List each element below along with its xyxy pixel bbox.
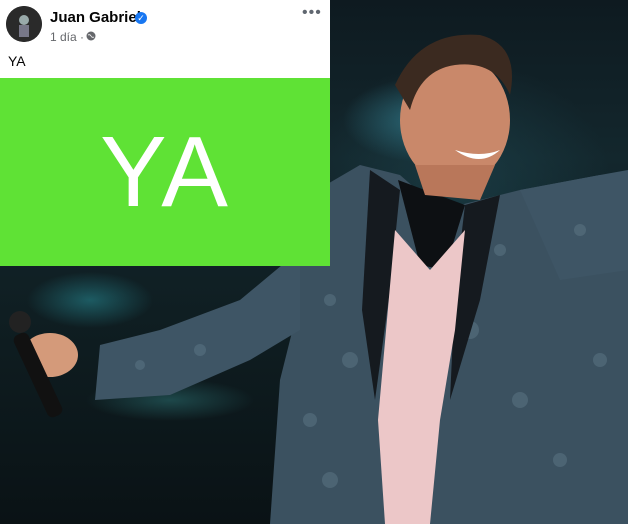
post-header: Juan Gabriel ✓ 1 día · ••• YA: [0, 0, 330, 78]
post-timestamp[interactable]: 1 día ·: [50, 30, 84, 44]
post-image-text: YA: [100, 115, 230, 228]
more-options-button[interactable]: •••: [302, 4, 322, 22]
post-text: YA: [8, 53, 26, 69]
post-image-panel[interactable]: YA: [0, 78, 330, 266]
author-avatar[interactable]: [6, 6, 42, 42]
author-name[interactable]: Juan Gabriel: [50, 9, 141, 26]
post-card: Juan Gabriel ✓ 1 día · ••• YA YA: [0, 0, 330, 266]
globe-icon: [86, 31, 96, 41]
verified-badge-icon: ✓: [135, 12, 147, 24]
